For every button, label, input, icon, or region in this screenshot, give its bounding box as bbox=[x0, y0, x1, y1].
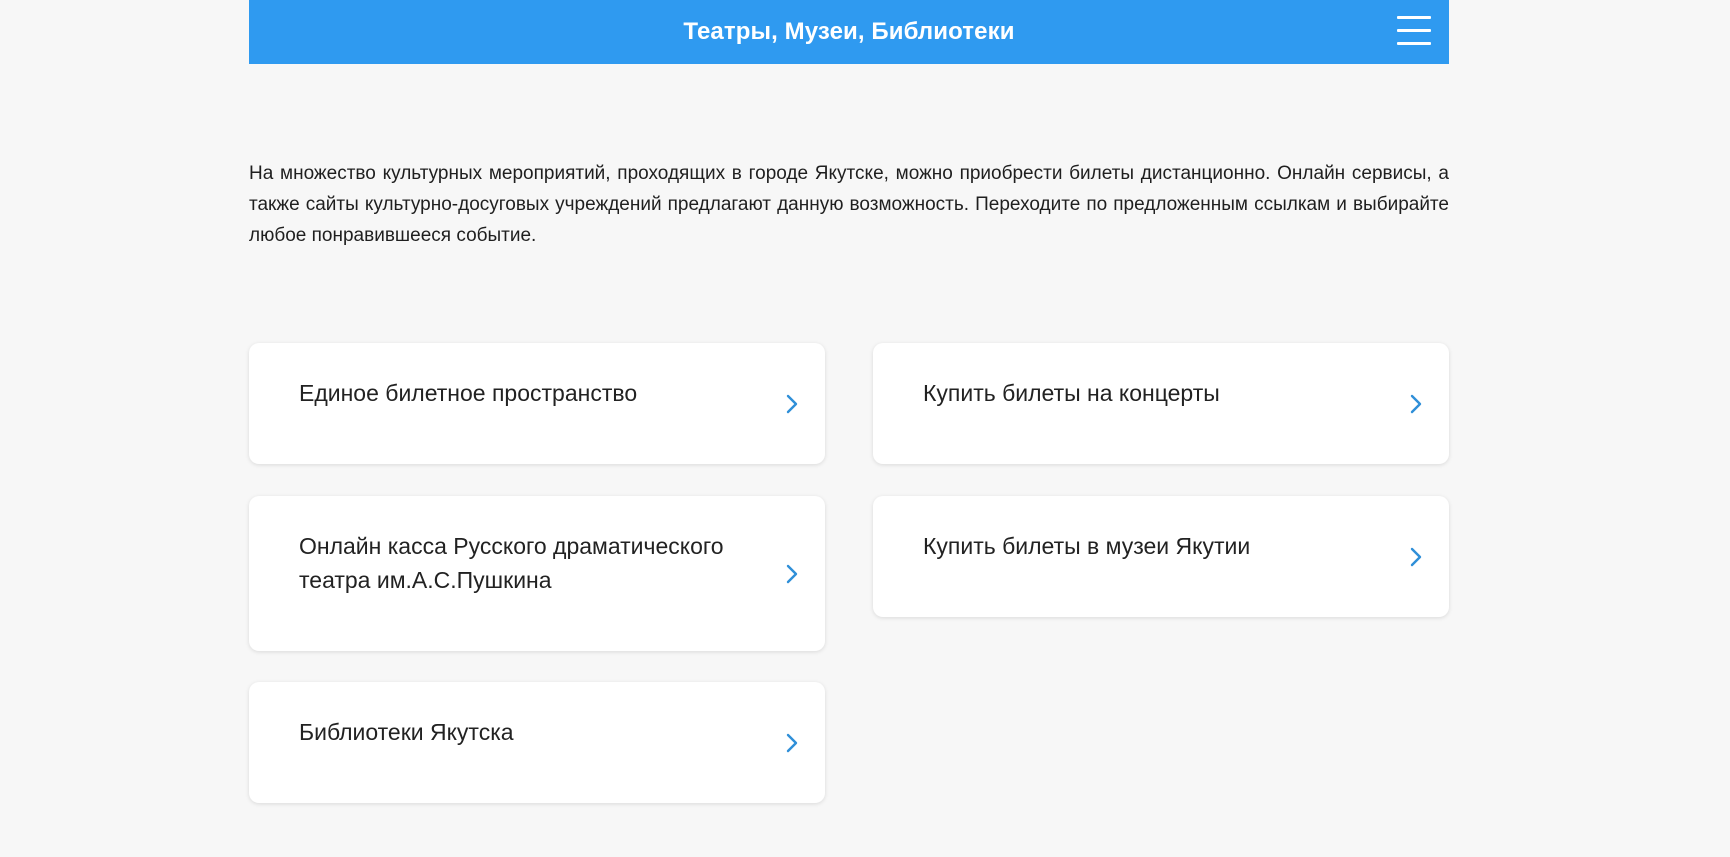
menu-line bbox=[1397, 42, 1431, 45]
page-container: Театры, Музеи, Библиотеки На множество к… bbox=[249, 0, 1449, 803]
link-card-label: Купить билеты на концерты bbox=[923, 380, 1220, 406]
link-card-drama-theatre-box-office[interactable]: Онлайн касса Русского драматического теа… bbox=[249, 496, 825, 651]
link-card-museum-tickets[interactable]: Купить билеты в музеи Якутии bbox=[873, 496, 1449, 617]
menu-line bbox=[1397, 16, 1431, 19]
chevron-right-icon bbox=[1409, 393, 1423, 415]
top-bar: Театры, Музеи, Библиотеки bbox=[249, 0, 1449, 64]
link-card-label: Библиотеки Якутска bbox=[299, 719, 514, 745]
menu-line bbox=[1397, 29, 1431, 32]
link-card-label: Онлайн касса Русского драматического теа… bbox=[299, 533, 724, 593]
link-card-label: Купить билеты в музеи Якутии bbox=[923, 533, 1251, 559]
page-title: Театры, Музеи, Библиотеки bbox=[683, 18, 1015, 45]
chevron-right-icon bbox=[785, 563, 799, 585]
link-card-unified-ticket-space[interactable]: Единое билетное пространство bbox=[249, 343, 825, 464]
hamburger-menu-icon[interactable] bbox=[1397, 14, 1431, 46]
link-card-concert-tickets[interactable]: Купить билеты на концерты bbox=[873, 343, 1449, 464]
chevron-right-icon bbox=[785, 393, 799, 415]
chevron-right-icon bbox=[1409, 546, 1423, 568]
link-card-label: Единое билетное пространство bbox=[299, 380, 638, 406]
link-card-yakutsk-libraries[interactable]: Библиотеки Якутска bbox=[249, 682, 825, 803]
intro-text: На множество культурных мероприятий, про… bbox=[249, 163, 1449, 246]
chevron-right-icon bbox=[785, 732, 799, 754]
